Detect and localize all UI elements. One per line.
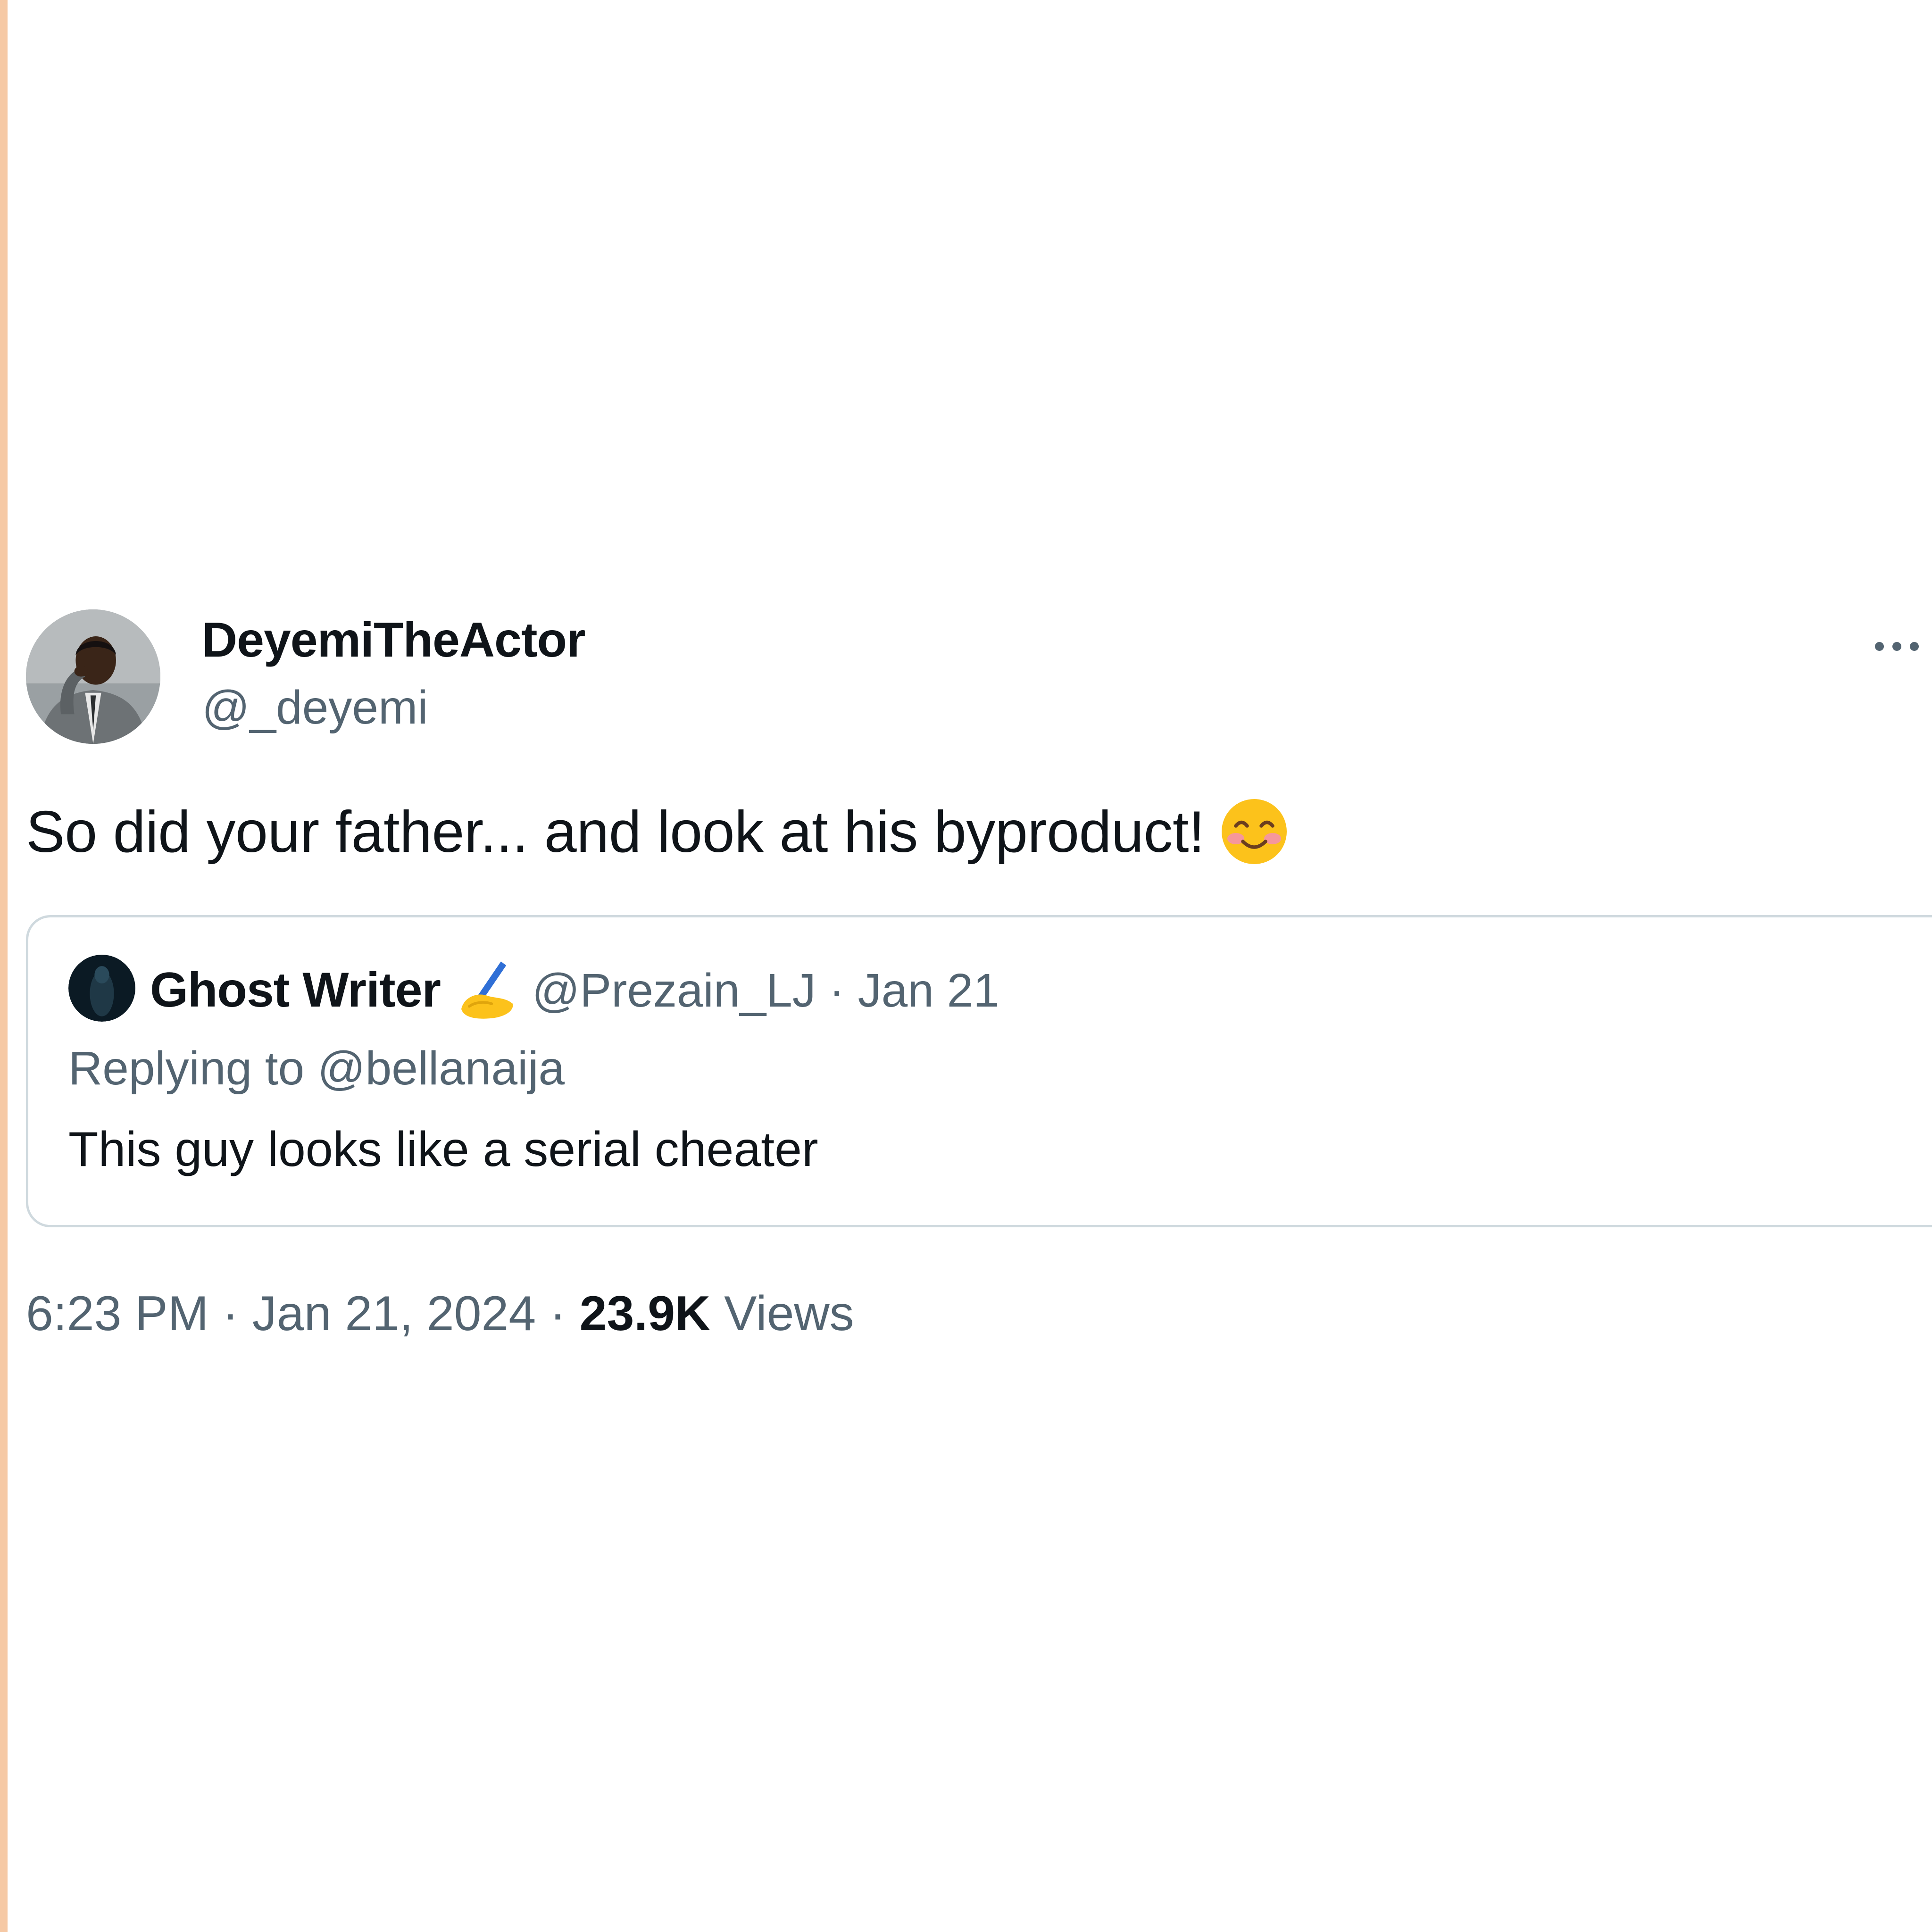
- footer-separator: ·: [550, 1286, 566, 1341]
- views-label: Views: [724, 1286, 854, 1341]
- replying-to-link[interactable]: @bellanaija: [317, 1042, 565, 1095]
- quoted-author-display-name[interactable]: Ghost Writer: [150, 962, 441, 1019]
- quoted-tweet-date[interactable]: Jan 21: [858, 964, 999, 1018]
- writing-hand-icon: [455, 958, 521, 1024]
- quoted-meta-separator: ·: [829, 964, 845, 1017]
- tweet: DeyemiTheActor @_deyemi So did your fath…: [0, 0, 1932, 1932]
- views-count[interactable]: 23.9K: [580, 1286, 711, 1341]
- tweet-footer: 6:23 PM · Jan 21, 2024 · 23.9K Views: [26, 1286, 854, 1342]
- more-options-button[interactable]: [1875, 627, 1932, 665]
- tweet-text: So did your father... and look at his by…: [26, 799, 1205, 865]
- author-avatar[interactable]: [26, 609, 160, 744]
- footer-separator: ·: [222, 1286, 239, 1341]
- author-display-name[interactable]: DeyemiTheActor: [202, 612, 585, 669]
- tweet-date[interactable]: Jan 21, 2024: [252, 1286, 536, 1341]
- quoted-author-avatar[interactable]: [68, 955, 135, 1022]
- more-dot-icon: [1892, 641, 1901, 651]
- replying-to-prefix: Replying to: [68, 1042, 305, 1095]
- author-avatar-photo: [26, 609, 160, 744]
- quoted-author-handle[interactable]: @Prezain_LJ: [532, 964, 816, 1018]
- tweet-body: So did your father... and look at his by…: [26, 796, 1290, 867]
- smiling-face-emoji-icon: [1219, 796, 1290, 867]
- quoted-tweet-header: Ghost Writer @Prezain_LJ · Jan 21: [150, 958, 999, 1024]
- tweet-time[interactable]: 6:23 PM: [26, 1286, 208, 1341]
- more-dot-icon: [1910, 641, 1919, 651]
- quoted-author-avatar-photo: [68, 955, 135, 1022]
- quoted-tweet-text: This guy looks like a serial cheater: [68, 1122, 818, 1177]
- replying-to-line: Replying to @bellanaija: [68, 1041, 565, 1096]
- more-dot-icon: [1875, 641, 1884, 651]
- author-handle[interactable]: @_deyemi: [202, 681, 428, 735]
